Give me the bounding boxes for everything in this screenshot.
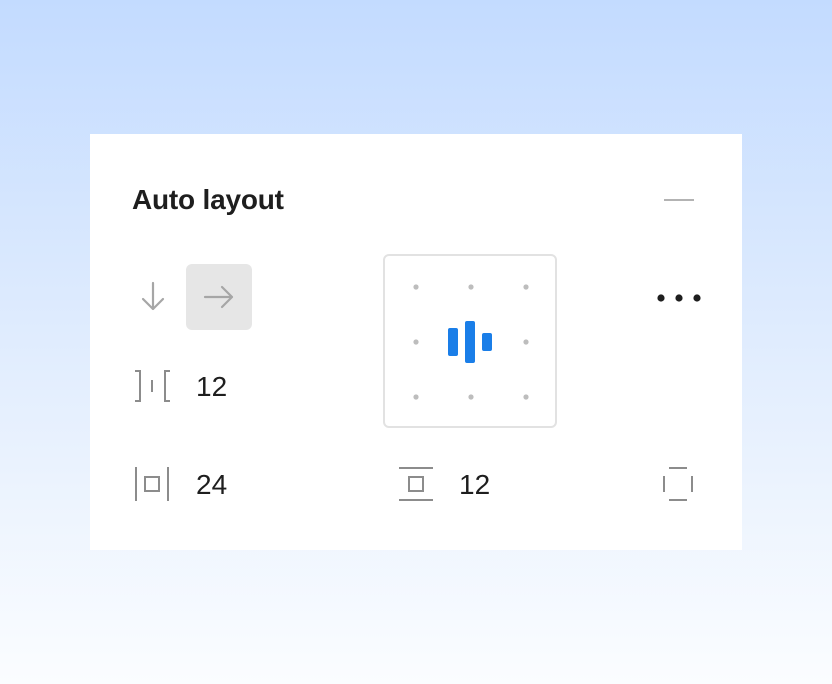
more-options-icon [657, 294, 701, 302]
remove-auto-layout-button[interactable] [660, 190, 696, 210]
panel-title: Auto layout [132, 184, 284, 215]
arrow-down-icon [141, 281, 165, 311]
vertical-padding-icon [399, 467, 433, 501]
item-spacing-icon [135, 370, 170, 402]
horizontal-padding-value[interactable]: 24 [196, 468, 227, 502]
alignment-grid[interactable] [383, 254, 557, 428]
gap-value[interactable]: 12 [196, 370, 227, 404]
align-middle-right [523, 339, 529, 345]
align-center-icon [448, 321, 492, 363]
direction-vertical-button[interactable] [120, 264, 186, 330]
align-top-center [468, 284, 474, 290]
horizontal-padding-icon [135, 467, 169, 501]
vertical-padding-value[interactable]: 12 [459, 468, 490, 502]
clip-content-icon [663, 467, 693, 501]
direction-horizontal-button[interactable] [186, 264, 252, 330]
align-top-left [413, 284, 419, 290]
align-bottom-center [468, 394, 474, 400]
align-bottom-left [413, 394, 419, 400]
clip-content-button[interactable] [656, 464, 700, 504]
more-options-button[interactable] [650, 280, 710, 314]
minus-icon [664, 199, 694, 201]
align-middle-left [413, 339, 419, 345]
alignment-dots [413, 284, 529, 400]
align-bottom-right [523, 394, 529, 400]
auto-layout-panel: Auto layout 12 24 12 [90, 134, 742, 550]
arrow-right-icon [203, 285, 234, 309]
align-top-right [523, 284, 529, 290]
